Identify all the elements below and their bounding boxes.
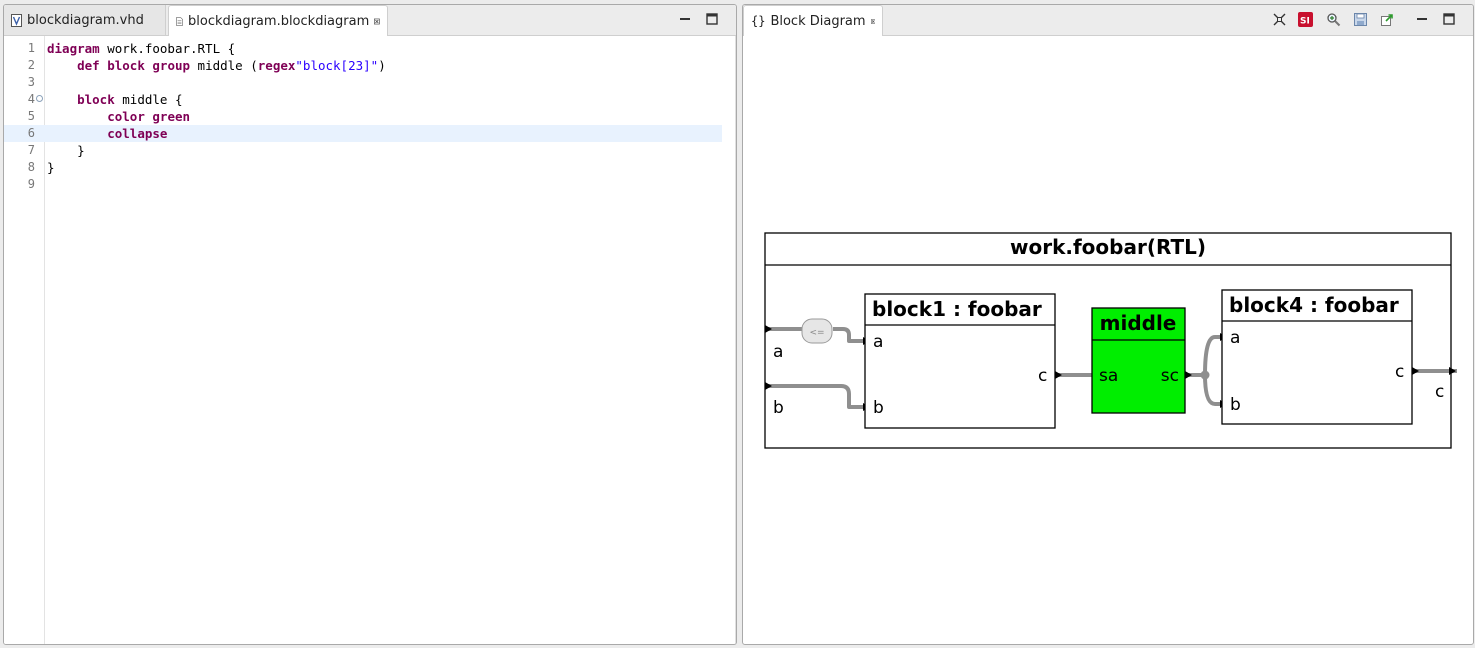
middle-title: middle [1100, 311, 1177, 335]
tab-blockdiagram-blockdiagram[interactable]: blockdiagram.blockdiagram [168, 5, 388, 36]
maximize-icon[interactable] [1443, 13, 1455, 25]
keyword-token: green [152, 109, 191, 124]
line-number: 5 [27, 109, 35, 123]
tab-blockdiagram-vhd[interactable]: blockdiagram.vhd [4, 5, 166, 35]
sirius-icon[interactable]: SI [1298, 12, 1313, 27]
top-entity-title: work.foobar(RTL) [1010, 235, 1206, 259]
fold-toggle-icon[interactable] [36, 95, 43, 102]
code-text: collapse [47, 125, 167, 142]
code-token: ) [378, 58, 386, 73]
code-text: color green [47, 108, 190, 125]
block4-port-a: a [1230, 328, 1240, 348]
code-text: diagram work.foobar.RTL { [47, 40, 235, 57]
assign-operator-label: <= [809, 328, 824, 338]
code-line[interactable]: 9 [4, 176, 722, 193]
editor-scrollbar[interactable] [735, 36, 736, 644]
block1-title: block1 : foobar [872, 297, 1042, 321]
diagram-view-icon: {} [751, 14, 766, 28]
code-line[interactable]: 2 def block group middle (regex"block[23… [4, 57, 722, 74]
keyword-token: regex [257, 58, 296, 73]
top-port-a: a [773, 342, 783, 362]
code-token: middle { [114, 92, 183, 107]
code-text: } [47, 159, 55, 176]
export-icon[interactable] [1380, 12, 1395, 27]
diagram-tabbar: {} Block Diagram SI [743, 5, 1473, 36]
line-number: 2 [27, 58, 35, 72]
block4-port-b: b [1230, 395, 1241, 415]
vhdl-file-icon [11, 13, 22, 27]
line-number: 3 [27, 75, 35, 89]
line-number: 6 [27, 126, 35, 140]
code-line[interactable]: 4 block middle { [4, 91, 722, 108]
middle-block[interactable]: middle sa sc [1091, 307, 1186, 414]
code-token: middle ( [190, 58, 258, 73]
top-port-c: c [1435, 382, 1444, 402]
code-token: } [47, 143, 85, 158]
code-line[interactable]: 5 color green [4, 108, 722, 125]
close-icon[interactable] [870, 17, 875, 26]
arrange-icon[interactable] [1272, 12, 1287, 27]
save-icon[interactable] [1353, 12, 1368, 27]
code-line[interactable]: 1 diagram work.foobar.RTL { [4, 40, 722, 57]
assign-operator[interactable]: <= [801, 318, 833, 344]
keyword-token: def [77, 58, 100, 73]
code-token: work.foobar.RTL { [99, 41, 236, 56]
editor-panel: blockdiagram.vhd blockdiagram.blockdiagr… [3, 4, 737, 645]
block-diagram-panel: {} Block Diagram SI work.foobar(RTL) a b… [742, 4, 1474, 645]
block1-port-a: a [873, 332, 883, 352]
close-icon[interactable] [374, 17, 380, 26]
line-number: 9 [27, 177, 35, 191]
block1-port-b: b [873, 398, 884, 418]
block4[interactable]: block4 : foobar a b c [1221, 289, 1413, 425]
middle-port-sa: sa [1099, 366, 1118, 386]
block4-port-c: c [1395, 362, 1404, 382]
keyword-token: diagram [47, 41, 100, 56]
minimize-icon[interactable] [679, 13, 691, 25]
top-port-b: b [773, 398, 784, 418]
code-line[interactable]: 7 } [4, 142, 722, 159]
code-text: block middle { [47, 91, 182, 108]
keyword-token: block [107, 58, 145, 73]
code-line[interactable]: 3 [4, 74, 722, 91]
string-token: "block[23]" [295, 58, 379, 73]
tab-label: Block Diagram [770, 13, 866, 29]
line-number: 1 [27, 41, 35, 55]
line-number: 4 [27, 92, 35, 106]
block4-title: block4 : foobar [1229, 293, 1399, 317]
tab-label: blockdiagram.blockdiagram [188, 13, 370, 29]
maximize-icon[interactable] [706, 13, 718, 25]
code-line[interactable]: 6 collapse [4, 125, 722, 142]
keyword-token: group [152, 58, 191, 73]
keyword-token: collapse [107, 126, 168, 141]
line-number: 8 [27, 160, 35, 174]
line-number: 7 [27, 143, 35, 157]
code-token: } [47, 160, 55, 175]
code-line[interactable]: 8} [4, 159, 722, 176]
editor-tabbar: blockdiagram.vhd blockdiagram.blockdiagr… [4, 5, 736, 36]
text-file-icon [176, 16, 184, 26]
wire-junction [1200, 370, 1210, 380]
keyword-token: block [77, 92, 115, 107]
keyword-token: color [107, 109, 145, 124]
block1[interactable]: block1 : foobar a b c [864, 293, 1056, 429]
minimize-icon[interactable] [1416, 13, 1428, 25]
svg-text:SI: SI [1300, 17, 1310, 27]
zoom-icon[interactable] [1326, 12, 1341, 27]
code-text: } [47, 142, 85, 159]
tab-block-diagram[interactable]: {} Block Diagram [743, 5, 883, 36]
code-text: def block group middle (regex"block[23]"… [47, 57, 386, 74]
middle-port-sc: sc [1161, 366, 1179, 386]
diagram-canvas[interactable]: work.foobar(RTL) a b c <= block1: fooba… [743, 36, 1473, 644]
code-editor[interactable]: 1 diagram work.foobar.RTL {2 def block gr… [4, 36, 722, 644]
tab-label: blockdiagram.vhd [27, 12, 144, 28]
block1-port-c: c [1038, 366, 1047, 386]
